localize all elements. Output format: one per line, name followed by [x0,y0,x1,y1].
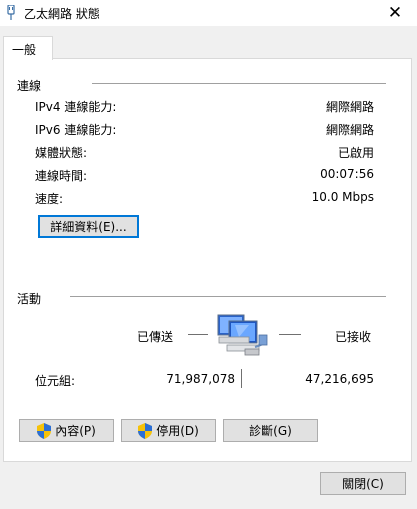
properties-button-label: 內容(P) [55,424,96,438]
window-title: 乙太網路 狀態 [24,7,100,21]
activity-separator [241,369,242,388]
close-window-button[interactable]: ✕ [373,0,417,26]
ipv4-label: IPv4 連線能力: [35,100,117,114]
title-bar: 乙太網路 狀態 ✕ [0,0,417,26]
speed-value: 10.0 Mbps [311,190,374,204]
details-button[interactable]: 詳細資料(E)... [38,215,139,238]
tab-general[interactable]: 一般 [3,36,53,60]
close-button[interactable]: 關閉(C) [320,472,406,495]
activity-group-divider [70,296,386,297]
ipv6-value: 網際網路 [325,123,374,137]
received-dash [279,334,301,335]
ipv4-value: 網際網路 [325,100,374,114]
duration-value: 00:07:56 [320,167,374,181]
shield-icon [37,422,52,439]
media-state-value: 已啟用 [337,146,374,160]
connection-group-divider [92,83,386,84]
connection-group-label: 連線 [17,79,42,93]
received-label: 已接收 [335,330,372,344]
network-plug-icon [7,5,15,20]
bytes-label: 位元組: [35,374,76,388]
activity-group-label: 活動 [17,292,42,306]
sent-dash [188,334,208,335]
sent-label: 已傳送 [137,330,174,344]
general-panel: 連線 IPv4 連線能力: 網際網路 IPv6 連線能力: 網際網路 媒體狀態:… [3,58,412,462]
diagnose-button[interactable]: 診斷(G) [223,419,318,442]
bytes-sent-value: 71,987,078 [166,372,235,386]
properties-button[interactable]: 內容(P) [19,419,114,442]
ipv6-label: IPv6 連線能力: [35,123,117,137]
disable-button-label: 停用(D) [156,424,199,438]
tab-general-label: 一般 [12,43,37,57]
shield-icon [138,422,153,439]
disable-button[interactable]: 停用(D) [121,419,216,442]
duration-label: 連線時間: [35,169,88,183]
speed-label: 速度: [35,192,64,206]
bytes-received-value: 47,216,695 [305,372,374,386]
media-state-label: 媒體狀態: [35,146,88,160]
network-computers-icon [217,314,268,356]
